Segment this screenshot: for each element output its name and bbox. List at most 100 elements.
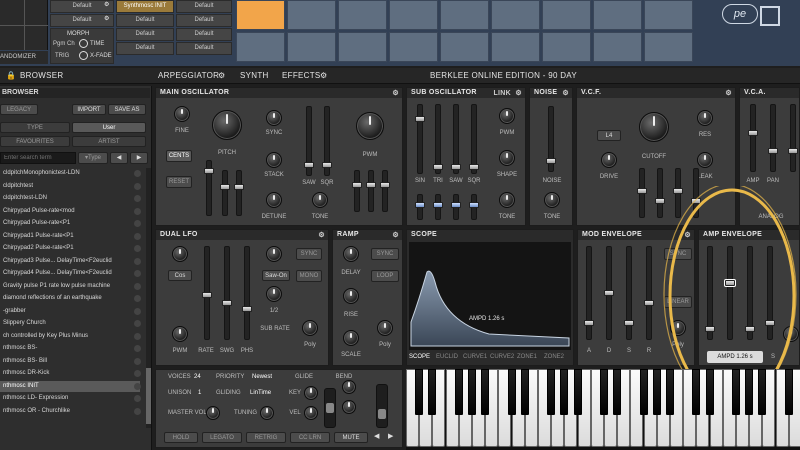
step-cell[interactable] — [644, 32, 693, 62]
settings-icon[interactable]: ⚙ — [320, 71, 327, 80]
tab-artist[interactable]: ARTIST — [72, 136, 146, 147]
step-cell[interactable] — [644, 0, 693, 30]
step-cell[interactable] — [542, 0, 591, 30]
list-item[interactable]: Gravity pulse P1 rate low pulse machine — [0, 281, 140, 293]
fader-handle[interactable] — [220, 184, 230, 190]
fader-handle[interactable] — [380, 182, 390, 188]
filter-mode-select[interactable]: L4 — [597, 130, 621, 141]
bend-knob-down[interactable] — [342, 400, 356, 414]
nav-arpeggiator[interactable]: ARPEGGIATOR — [158, 71, 219, 80]
noise-fader-handle[interactable] — [546, 158, 556, 164]
black-key[interactable] — [652, 369, 661, 415]
tuning-knob[interactable] — [260, 406, 274, 420]
favourite-icon[interactable] — [134, 220, 141, 227]
settings-icon[interactable]: ⚙ — [725, 89, 732, 99]
favourite-icon[interactable] — [134, 270, 141, 277]
preset-slot[interactable]: Default — [176, 14, 232, 27]
black-key[interactable] — [507, 369, 516, 415]
step-cell[interactable] — [287, 32, 336, 62]
shape-knob[interactable] — [499, 150, 515, 166]
list-item[interactable]: Chirpypad Pulse-rate<P1 — [0, 218, 140, 230]
scope-tab[interactable]: ZONE2 — [544, 354, 564, 360]
black-key[interactable] — [745, 369, 754, 415]
step-cell[interactable] — [593, 0, 642, 30]
settings-icon[interactable]: ⚙ — [562, 89, 569, 99]
amp-fader-track[interactable] — [750, 104, 756, 172]
xy-pad[interactable] — [0, 0, 48, 50]
gliding-value[interactable]: LinTime — [250, 390, 280, 396]
black-key[interactable] — [732, 369, 740, 415]
sqr-fader-handle[interactable] — [469, 164, 479, 170]
list-item[interactable]: Chirpypad1 Pulse-rate<P1 — [0, 231, 140, 243]
pan-fader-handle[interactable] — [768, 148, 778, 154]
master-vol-knob[interactable] — [206, 406, 220, 420]
ramp-amount-knob[interactable] — [377, 320, 393, 336]
nav-synth[interactable]: SYNTH — [240, 71, 269, 80]
sustain-fader-handle[interactable] — [624, 320, 634, 326]
cents-button[interactable]: CENTS — [166, 150, 192, 162]
rate-fader-handle[interactable] — [202, 292, 212, 298]
fader-handle[interactable] — [788, 148, 798, 154]
list-item[interactable]: nthmosc LD- Expression — [0, 393, 140, 405]
favourite-icon[interactable] — [134, 382, 141, 390]
nav-effects[interactable]: EFFECTS — [282, 71, 321, 80]
list-item[interactable]: diamond reflections of an earthquake — [0, 293, 140, 305]
phs-fader-track[interactable] — [244, 246, 250, 340]
black-key[interactable] — [784, 369, 793, 415]
drive-knob[interactable] — [601, 152, 617, 168]
list-item[interactable]: -grabber — [0, 306, 140, 318]
reset-button[interactable]: RESET — [166, 176, 192, 188]
preset-slot[interactable]: Default — [116, 42, 174, 55]
black-key[interactable] — [428, 369, 437, 415]
fader-handle[interactable] — [234, 184, 244, 190]
tab-user[interactable]: User — [72, 122, 146, 133]
save-as-button[interactable]: SAVE AS — [108, 104, 146, 115]
preset-slot[interactable]: Default — [116, 14, 174, 27]
fader-handle[interactable] — [352, 182, 362, 188]
fader-track[interactable] — [222, 170, 228, 216]
leak-knob[interactable] — [697, 152, 713, 168]
favourite-icon[interactable] — [134, 232, 141, 240]
nav-browser[interactable]: BROWSER — [20, 71, 63, 80]
prev-arrow-icon[interactable]: ◀ — [110, 152, 128, 164]
gear-icon[interactable]: ⚙ — [104, 1, 112, 11]
pwm-knob[interactable] — [499, 108, 515, 124]
sqr-fader-handle[interactable] — [322, 162, 332, 168]
legacy-button[interactable]: LEGACY — [0, 104, 38, 115]
favourite-icon[interactable] — [134, 407, 141, 415]
favourite-icon[interactable] — [134, 207, 141, 215]
priority-value[interactable]: Newest — [252, 374, 282, 380]
list-item[interactable]: Chirpypad2 Pulse-rate<P1 — [0, 243, 140, 255]
black-key[interactable] — [520, 369, 529, 415]
octave-down-icon[interactable]: ◀ — [374, 432, 379, 440]
wave-select[interactable]: Cos — [168, 270, 192, 281]
pitch-wheel[interactable] — [324, 388, 336, 428]
black-key[interactable] — [639, 369, 648, 415]
attack-fader-handle[interactable] — [584, 320, 594, 326]
step-cell[interactable] — [236, 32, 285, 62]
key-knob[interactable] — [304, 386, 318, 400]
import-button[interactable]: IMPORT — [72, 104, 106, 115]
time-radio[interactable] — [79, 39, 88, 48]
sin-fader-track[interactable] — [417, 104, 423, 174]
list-item[interactable]: nthmosc DR-Kick — [0, 368, 140, 380]
favourite-icon[interactable] — [134, 395, 141, 402]
scope-tab[interactable]: SCOPE — [409, 354, 430, 360]
favourite-icon[interactable] — [134, 320, 141, 327]
detune-knob[interactable] — [266, 192, 282, 208]
rise-knob[interactable] — [343, 288, 359, 304]
stack-knob[interactable] — [266, 152, 282, 168]
black-key[interactable] — [692, 369, 701, 415]
hold-button[interactable]: HOLD — [164, 432, 198, 443]
lfo-sync-knob[interactable] — [266, 246, 282, 262]
favourite-icon[interactable] — [134, 195, 141, 202]
favourite-icon[interactable] — [134, 307, 141, 315]
black-key[interactable] — [454, 369, 463, 415]
tone-knob[interactable] — [312, 192, 328, 208]
black-key[interactable] — [758, 369, 767, 415]
res-knob[interactable] — [697, 110, 713, 126]
fader-handle[interactable] — [204, 168, 214, 174]
sin-fader-handle[interactable] — [415, 116, 425, 122]
pwm-knob[interactable] — [172, 326, 188, 342]
step-cell[interactable] — [389, 32, 438, 62]
